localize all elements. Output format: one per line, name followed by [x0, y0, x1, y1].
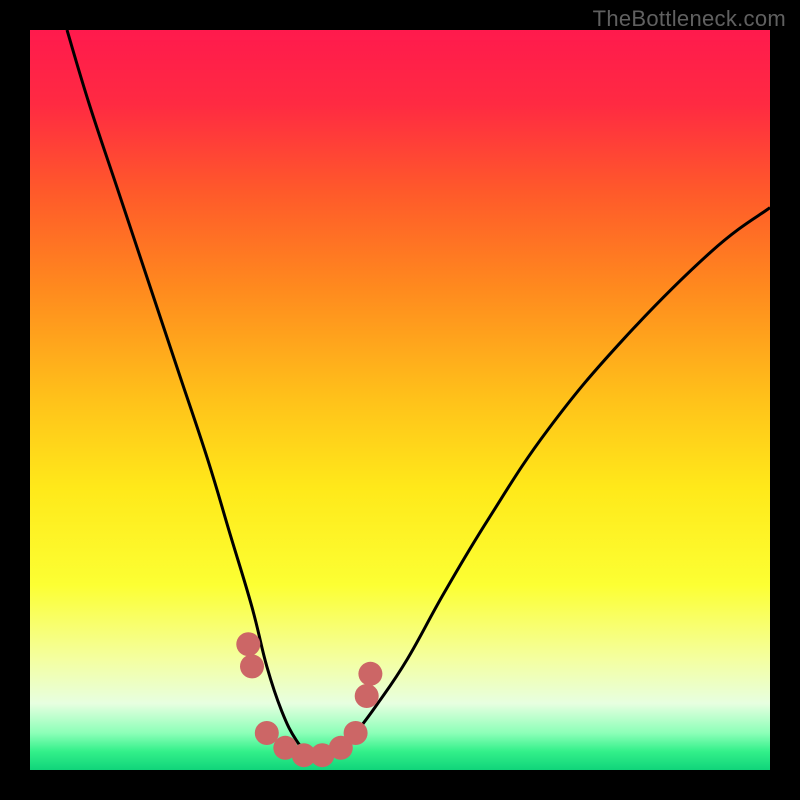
watermark: TheBottleneck.com	[593, 6, 786, 32]
marker-point	[236, 632, 260, 656]
marker-point	[355, 684, 379, 708]
bottleneck-curve	[67, 30, 770, 757]
marker-point	[358, 662, 382, 686]
marker-group	[236, 632, 382, 767]
plot-area	[30, 30, 770, 770]
chart-stage: TheBottleneck.com	[0, 0, 800, 800]
marker-point	[344, 721, 368, 745]
marker-point	[240, 654, 264, 678]
chart-overlay	[30, 30, 770, 770]
